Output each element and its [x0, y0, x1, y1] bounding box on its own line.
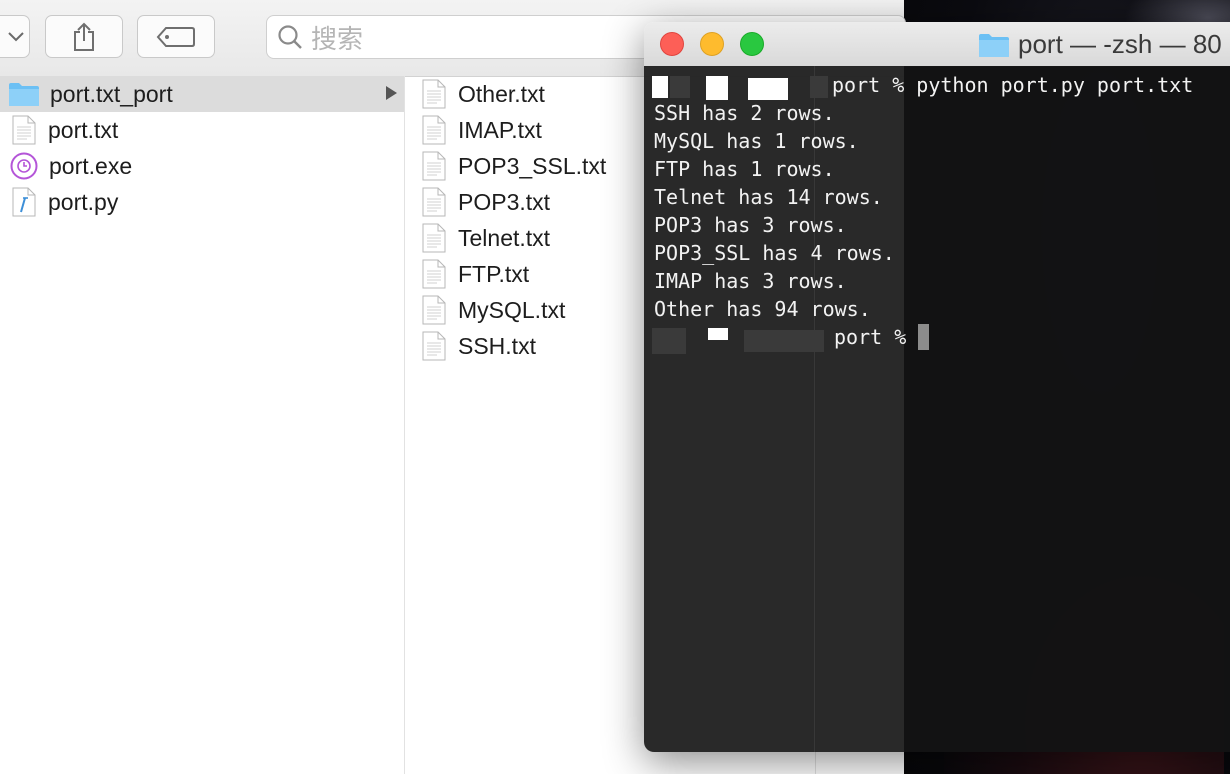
file-row-port-py[interactable]: port.py: [0, 184, 404, 220]
tag-icon: [156, 26, 195, 47]
disclosure-arrow-icon: [386, 86, 397, 100]
file-row-port-exe[interactable]: port.exe: [0, 148, 404, 184]
tag-button[interactable]: [137, 15, 215, 58]
text-file-icon: [422, 115, 446, 145]
view-options-button[interactable]: [0, 15, 30, 58]
output-line: Other has 94 rows.: [654, 297, 871, 321]
output-line: POP3_SSL has 4 rows.: [654, 241, 895, 265]
terminal-window: port — -zsh — 80 port % python port.py p…: [644, 22, 1230, 752]
file-row-port-txt[interactable]: port.txt: [0, 112, 404, 148]
redacted-block: [708, 328, 728, 340]
file-label: SSH.txt: [458, 332, 536, 359]
file-label: POP3.txt: [458, 188, 551, 215]
zoom-button[interactable]: [740, 32, 764, 56]
executable-icon: [10, 152, 38, 180]
text-file-icon: [422, 223, 446, 253]
redacted-block: [748, 78, 788, 100]
output-line: SSH has 2 rows.: [654, 101, 835, 125]
minimize-button[interactable]: [700, 32, 724, 56]
text-file-icon: [422, 79, 446, 109]
text-file-icon: [422, 187, 446, 217]
file-label: port.py: [48, 188, 119, 215]
file-label: port.txt: [48, 116, 119, 143]
close-button[interactable]: [660, 32, 684, 56]
output-line: Telnet has 14 rows.: [654, 185, 883, 209]
text-cursor: [918, 324, 929, 350]
file-label: FTP.txt: [458, 260, 530, 287]
terminal-content[interactable]: port % python port.py port.txt SSH has 2…: [644, 66, 1230, 752]
command-line: port % python port.py port.txt: [832, 73, 1194, 97]
redacted-block: [706, 76, 728, 100]
search-icon: [278, 25, 302, 49]
file-label: port.exe: [49, 152, 133, 179]
redacted-block: [652, 76, 668, 98]
chevron-down-icon: [8, 31, 24, 41]
file-label: POP3_SSL.txt: [458, 152, 607, 179]
redacted-block: [744, 330, 824, 352]
prompt: port %: [834, 325, 907, 349]
search-placeholder: 搜索: [311, 24, 364, 55]
file-label: port.txt_port: [50, 80, 173, 107]
output-line: POP3 has 3 rows.: [654, 213, 847, 237]
file-label: MySQL.txt: [458, 296, 566, 323]
file-row-port-txt-port[interactable]: port.txt_port: [0, 76, 404, 112]
terminal-transparent-area: [904, 66, 1230, 752]
text-file-icon: [422, 295, 446, 325]
python-file-icon: [12, 187, 36, 217]
redacted-block: [670, 76, 690, 98]
redacted-block: [652, 328, 686, 354]
text-file-icon: [422, 259, 446, 289]
output-line: FTP has 1 rows.: [654, 157, 835, 181]
text-file-icon: [422, 331, 446, 361]
output-line: IMAP has 3 rows.: [654, 269, 847, 293]
folder-icon: [9, 83, 39, 106]
redacted-block: [810, 76, 828, 98]
screen: 搜索 port.txt_port port.txt port.exe port.…: [0, 0, 1230, 774]
share-icon: [74, 22, 94, 51]
terminal-title: port — -zsh — 80: [1018, 29, 1222, 59]
folder-icon: [979, 34, 1009, 57]
share-button[interactable]: [45, 15, 123, 58]
terminal-titlebar[interactable]: port — -zsh — 80: [644, 22, 1230, 67]
file-label: Telnet.txt: [458, 224, 551, 251]
text-file-icon: [422, 151, 446, 181]
file-label: Other.txt: [458, 80, 545, 107]
output-line: MySQL has 1 rows.: [654, 129, 859, 153]
file-label: IMAP.txt: [458, 116, 542, 143]
text-file-icon: [12, 115, 36, 145]
finder-column-1: port.txt_port port.txt port.exe port.py: [0, 76, 405, 774]
